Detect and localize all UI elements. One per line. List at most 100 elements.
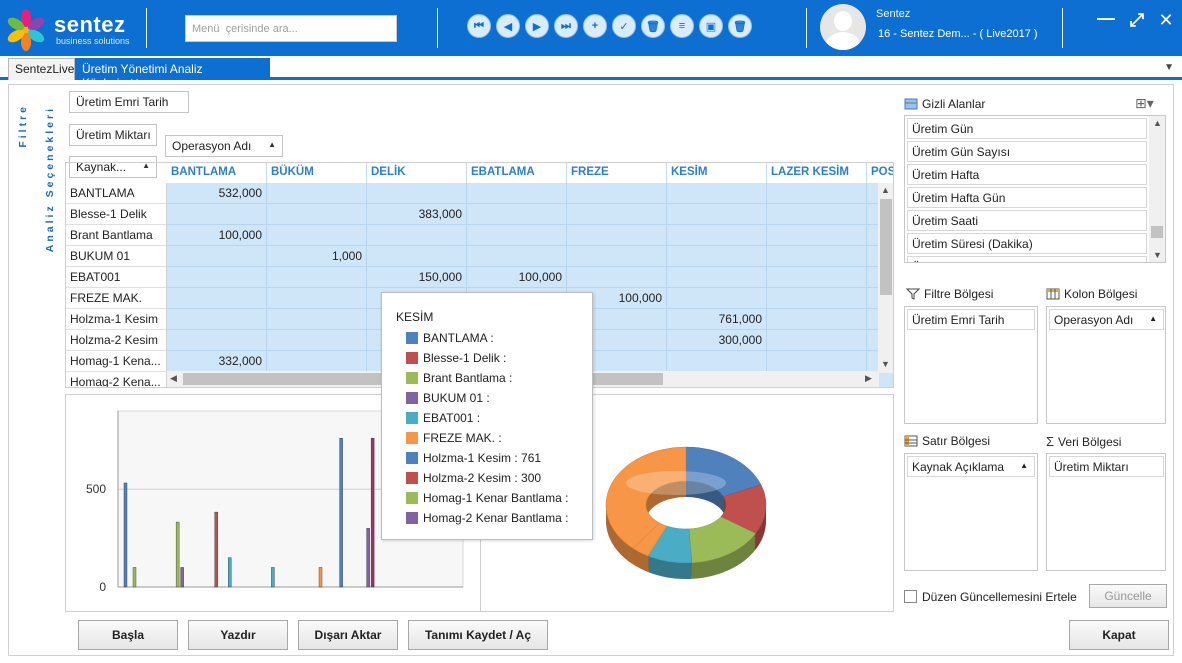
pivot-column-header[interactable]: DELİK <box>367 163 467 183</box>
pivot-cell[interactable] <box>267 351 367 372</box>
pivot-cell[interactable]: 100,000 <box>467 267 567 288</box>
pivot-cell[interactable] <box>767 246 867 267</box>
menu-search-input[interactable] <box>185 15 397 42</box>
column-item[interactable]: Operasyon Adı ▲ <box>1049 309 1164 330</box>
add-icon[interactable]: + <box>583 14 607 38</box>
pivot-row-header[interactable]: Blesse-1 Delik <box>66 204 167 225</box>
pivot-cell[interactable] <box>667 288 767 309</box>
pivot-column-header[interactable]: EBATLAMA <box>467 163 567 183</box>
row-area-box[interactable]: Kaynak Açıklama ▲ <box>904 453 1038 571</box>
pivot-cell[interactable] <box>767 309 867 330</box>
pivot-cell[interactable] <box>167 204 267 225</box>
save-definition-button[interactable]: Tanımı Kaydet / Aç <box>408 620 548 650</box>
pivot-cell[interactable] <box>267 330 367 351</box>
pivot-cell[interactable] <box>767 204 867 225</box>
vertical-scrollbar[interactable]: ▲ ▼ <box>1149 116 1165 262</box>
start-button[interactable]: Başla <box>78 620 178 650</box>
pivot-cell[interactable] <box>567 204 667 225</box>
pivot-cell[interactable] <box>367 225 467 246</box>
pivot-cell[interactable] <box>167 246 267 267</box>
pivot-cell[interactable] <box>267 309 367 330</box>
avatar[interactable] <box>820 4 866 50</box>
hidden-field-item[interactable]: Üretim Süresi (Gün) <box>907 256 1147 262</box>
tab-dropdown-icon[interactable]: ▼ <box>1164 62 1174 73</box>
list-icon[interactable]: ≡ <box>670 14 694 38</box>
hidden-field-item[interactable]: Üretim Saati <box>907 210 1147 231</box>
pivot-cell[interactable] <box>467 204 567 225</box>
pivot-cell[interactable] <box>667 246 767 267</box>
scroll-down-icon[interactable]: ▼ <box>1153 250 1162 260</box>
scroll-down-icon[interactable]: ▼ <box>881 359 890 369</box>
pivot-row-header[interactable]: Holzma-2 Kesim <box>66 330 167 351</box>
pivot-row-header[interactable]: BANTLAMA <box>66 183 167 204</box>
pivot-cell[interactable] <box>567 267 667 288</box>
export-button[interactable]: Dışarı Aktar <box>298 620 398 650</box>
pivot-cell[interactable] <box>367 246 467 267</box>
pivot-cell[interactable]: 332,000 <box>167 351 267 372</box>
pivot-row-header[interactable]: Homag-2 Kena... <box>66 372 167 387</box>
pivot-cell[interactable]: 761,000 <box>667 309 767 330</box>
pivot-cell[interactable] <box>767 225 867 246</box>
close-button[interactable]: Kapat <box>1069 620 1169 650</box>
filter-field-button[interactable]: Üretim Emri Tarih <box>69 91 189 113</box>
pivot-cell[interactable] <box>267 204 367 225</box>
scroll-thumb[interactable] <box>1151 226 1163 238</box>
scroll-up-icon[interactable]: ▲ <box>1153 118 1162 128</box>
pivot-cell[interactable] <box>167 330 267 351</box>
trash-icon[interactable]: 🗑 <box>728 14 752 38</box>
pivot-column-header[interactable]: POST <box>867 163 893 183</box>
gallery-icon[interactable]: ▣ <box>699 14 723 38</box>
pivot-cell[interactable] <box>267 288 367 309</box>
pivot-row-header[interactable]: EBAT001 <box>66 267 167 288</box>
hidden-field-item[interactable]: Üretim Süresi (Dakika) <box>907 233 1147 254</box>
pivot-cell[interactable] <box>767 351 867 372</box>
column-area-box[interactable]: Operasyon Adı ▲ <box>1046 306 1166 424</box>
pivot-cell[interactable] <box>667 225 767 246</box>
pivot-row-header[interactable]: Brant Bantlama <box>66 225 167 246</box>
filter-area-box[interactable]: Üretim Emri Tarih <box>904 306 1038 424</box>
pivot-cell[interactable]: 100,000 <box>167 225 267 246</box>
pivot-cell[interactable] <box>667 183 767 204</box>
tab-production-analysis[interactable]: Üretim Yönetimi Analiz Küpleri ✕ <box>75 58 270 90</box>
pivot-cell[interactable] <box>467 183 567 204</box>
pivot-cell[interactable] <box>567 225 667 246</box>
pivot-cell[interactable] <box>767 330 867 351</box>
maximize-icon[interactable]: ⤢ <box>1127 10 1147 31</box>
pivot-cell[interactable] <box>767 267 867 288</box>
pivot-row-header[interactable]: BUKUM 01 <box>66 246 167 267</box>
first-record-icon[interactable]: ⏮ <box>467 14 491 38</box>
hidden-field-item[interactable]: Üretim Hafta <box>907 164 1147 185</box>
minimize-icon[interactable]: — <box>1096 8 1116 29</box>
pivot-cell[interactable] <box>367 183 467 204</box>
pivot-cell[interactable] <box>467 246 567 267</box>
print-button[interactable]: Yazdır <box>188 620 288 650</box>
pivot-cell[interactable] <box>267 183 367 204</box>
pivot-cell[interactable] <box>167 309 267 330</box>
pivot-cell[interactable] <box>667 267 767 288</box>
hidden-field-item[interactable]: Üretim Gün Sayısı <box>907 141 1147 162</box>
pivot-cell[interactable] <box>267 225 367 246</box>
pivot-cell[interactable] <box>167 288 267 309</box>
column-field-button[interactable]: Operasyon Adı ▲ <box>165 135 283 157</box>
scroll-right-icon[interactable]: ▶ <box>865 373 872 384</box>
pivot-cell[interactable] <box>567 246 667 267</box>
filter-item[interactable]: Üretim Emri Tarih <box>907 309 1035 330</box>
pivot-cell[interactable] <box>467 225 567 246</box>
tab-sentezlive[interactable]: SentezLive <box>8 58 75 80</box>
hidden-field-item[interactable]: Üretim Hafta Gün <box>907 187 1147 208</box>
pivot-column-header[interactable]: KESİM <box>667 163 767 183</box>
pivot-column-header[interactable]: BÜKÜM <box>267 163 367 183</box>
pivot-cell[interactable]: 532,000 <box>167 183 267 204</box>
pivot-cell[interactable] <box>267 267 367 288</box>
pivot-cell[interactable] <box>767 183 867 204</box>
previous-record-icon[interactable]: ◀ <box>496 14 520 38</box>
confirm-icon[interactable]: ✓ <box>612 14 636 38</box>
pivot-cell[interactable] <box>667 351 767 372</box>
pivot-column-header[interactable]: FREZE <box>567 163 667 183</box>
scroll-up-icon[interactable]: ▲ <box>881 185 890 195</box>
pivot-row-header[interactable]: Holzma-1 Kesim <box>66 309 167 330</box>
pivot-row-header[interactable]: Homag-1 Kena... <box>66 351 167 372</box>
pivot-cell[interactable] <box>167 267 267 288</box>
vertical-scrollbar[interactable]: ▲ ▼ <box>878 183 893 373</box>
data-item[interactable]: Üretim Miktarı <box>1049 456 1164 477</box>
